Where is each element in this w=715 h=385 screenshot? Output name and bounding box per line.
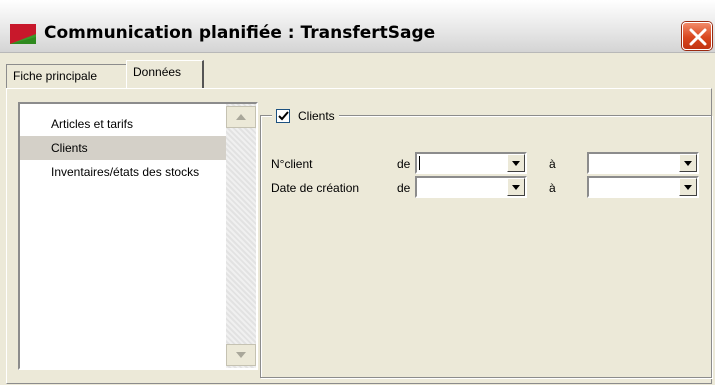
arrow-down-icon <box>236 352 246 358</box>
date-creation-to-combo[interactable] <box>587 176 699 198</box>
data-type-list[interactable]: Articles et tarifs Clients Inventaires/é… <box>18 102 258 370</box>
clients-group-legend: Clients <box>272 105 339 127</box>
numero-client-from-combo[interactable] <box>415 152 527 174</box>
chevron-down-icon <box>512 185 520 190</box>
to-label: à <box>549 181 556 195</box>
scroll-down-button[interactable] <box>226 344 256 366</box>
dropdown-button[interactable] <box>679 178 697 196</box>
dropdown-button[interactable] <box>679 154 697 172</box>
chevron-down-icon <box>512 161 520 166</box>
tab-fiche-principale[interactable]: Fiche principale <box>6 64 127 88</box>
chevron-down-icon <box>684 185 692 190</box>
clients-checkbox-label: Clients <box>298 109 335 123</box>
scroll-up-button[interactable] <box>226 106 256 128</box>
list-item-clients[interactable]: Clients <box>20 136 226 160</box>
date-creation-from-combo[interactable] <box>415 176 527 198</box>
close-icon <box>689 28 707 46</box>
dropdown-button[interactable] <box>507 154 525 172</box>
clients-checkbox[interactable] <box>276 109 290 123</box>
tab-donnees[interactable]: Données <box>126 60 204 88</box>
text-caret <box>419 156 420 170</box>
field-label-date-creation: Date de création <box>271 181 360 195</box>
list-item-inventaires[interactable]: Inventaires/états des stocks <box>20 160 226 184</box>
checkmark-icon <box>278 111 289 121</box>
dropdown-button[interactable] <box>507 178 525 196</box>
tab-strip: Fiche principale Données <box>0 58 715 88</box>
numero-client-to-combo[interactable] <box>587 152 699 174</box>
from-label: de <box>397 157 411 171</box>
to-label: à <box>549 157 556 171</box>
field-label-numero-client: N°client <box>271 157 313 171</box>
arrow-up-icon <box>236 114 246 120</box>
window-title: Communication planifiée : TransfertSage <box>44 23 436 43</box>
close-button[interactable] <box>682 22 712 50</box>
from-label: de <box>397 181 411 195</box>
list-item-articles-et-tarifs[interactable]: Articles et tarifs <box>20 112 226 136</box>
app-flag-icon <box>10 24 36 44</box>
list-scrollbar[interactable] <box>226 104 256 368</box>
chevron-down-icon <box>684 161 692 166</box>
title-bar: Communication planifiée : TransfertSage <box>0 0 715 53</box>
